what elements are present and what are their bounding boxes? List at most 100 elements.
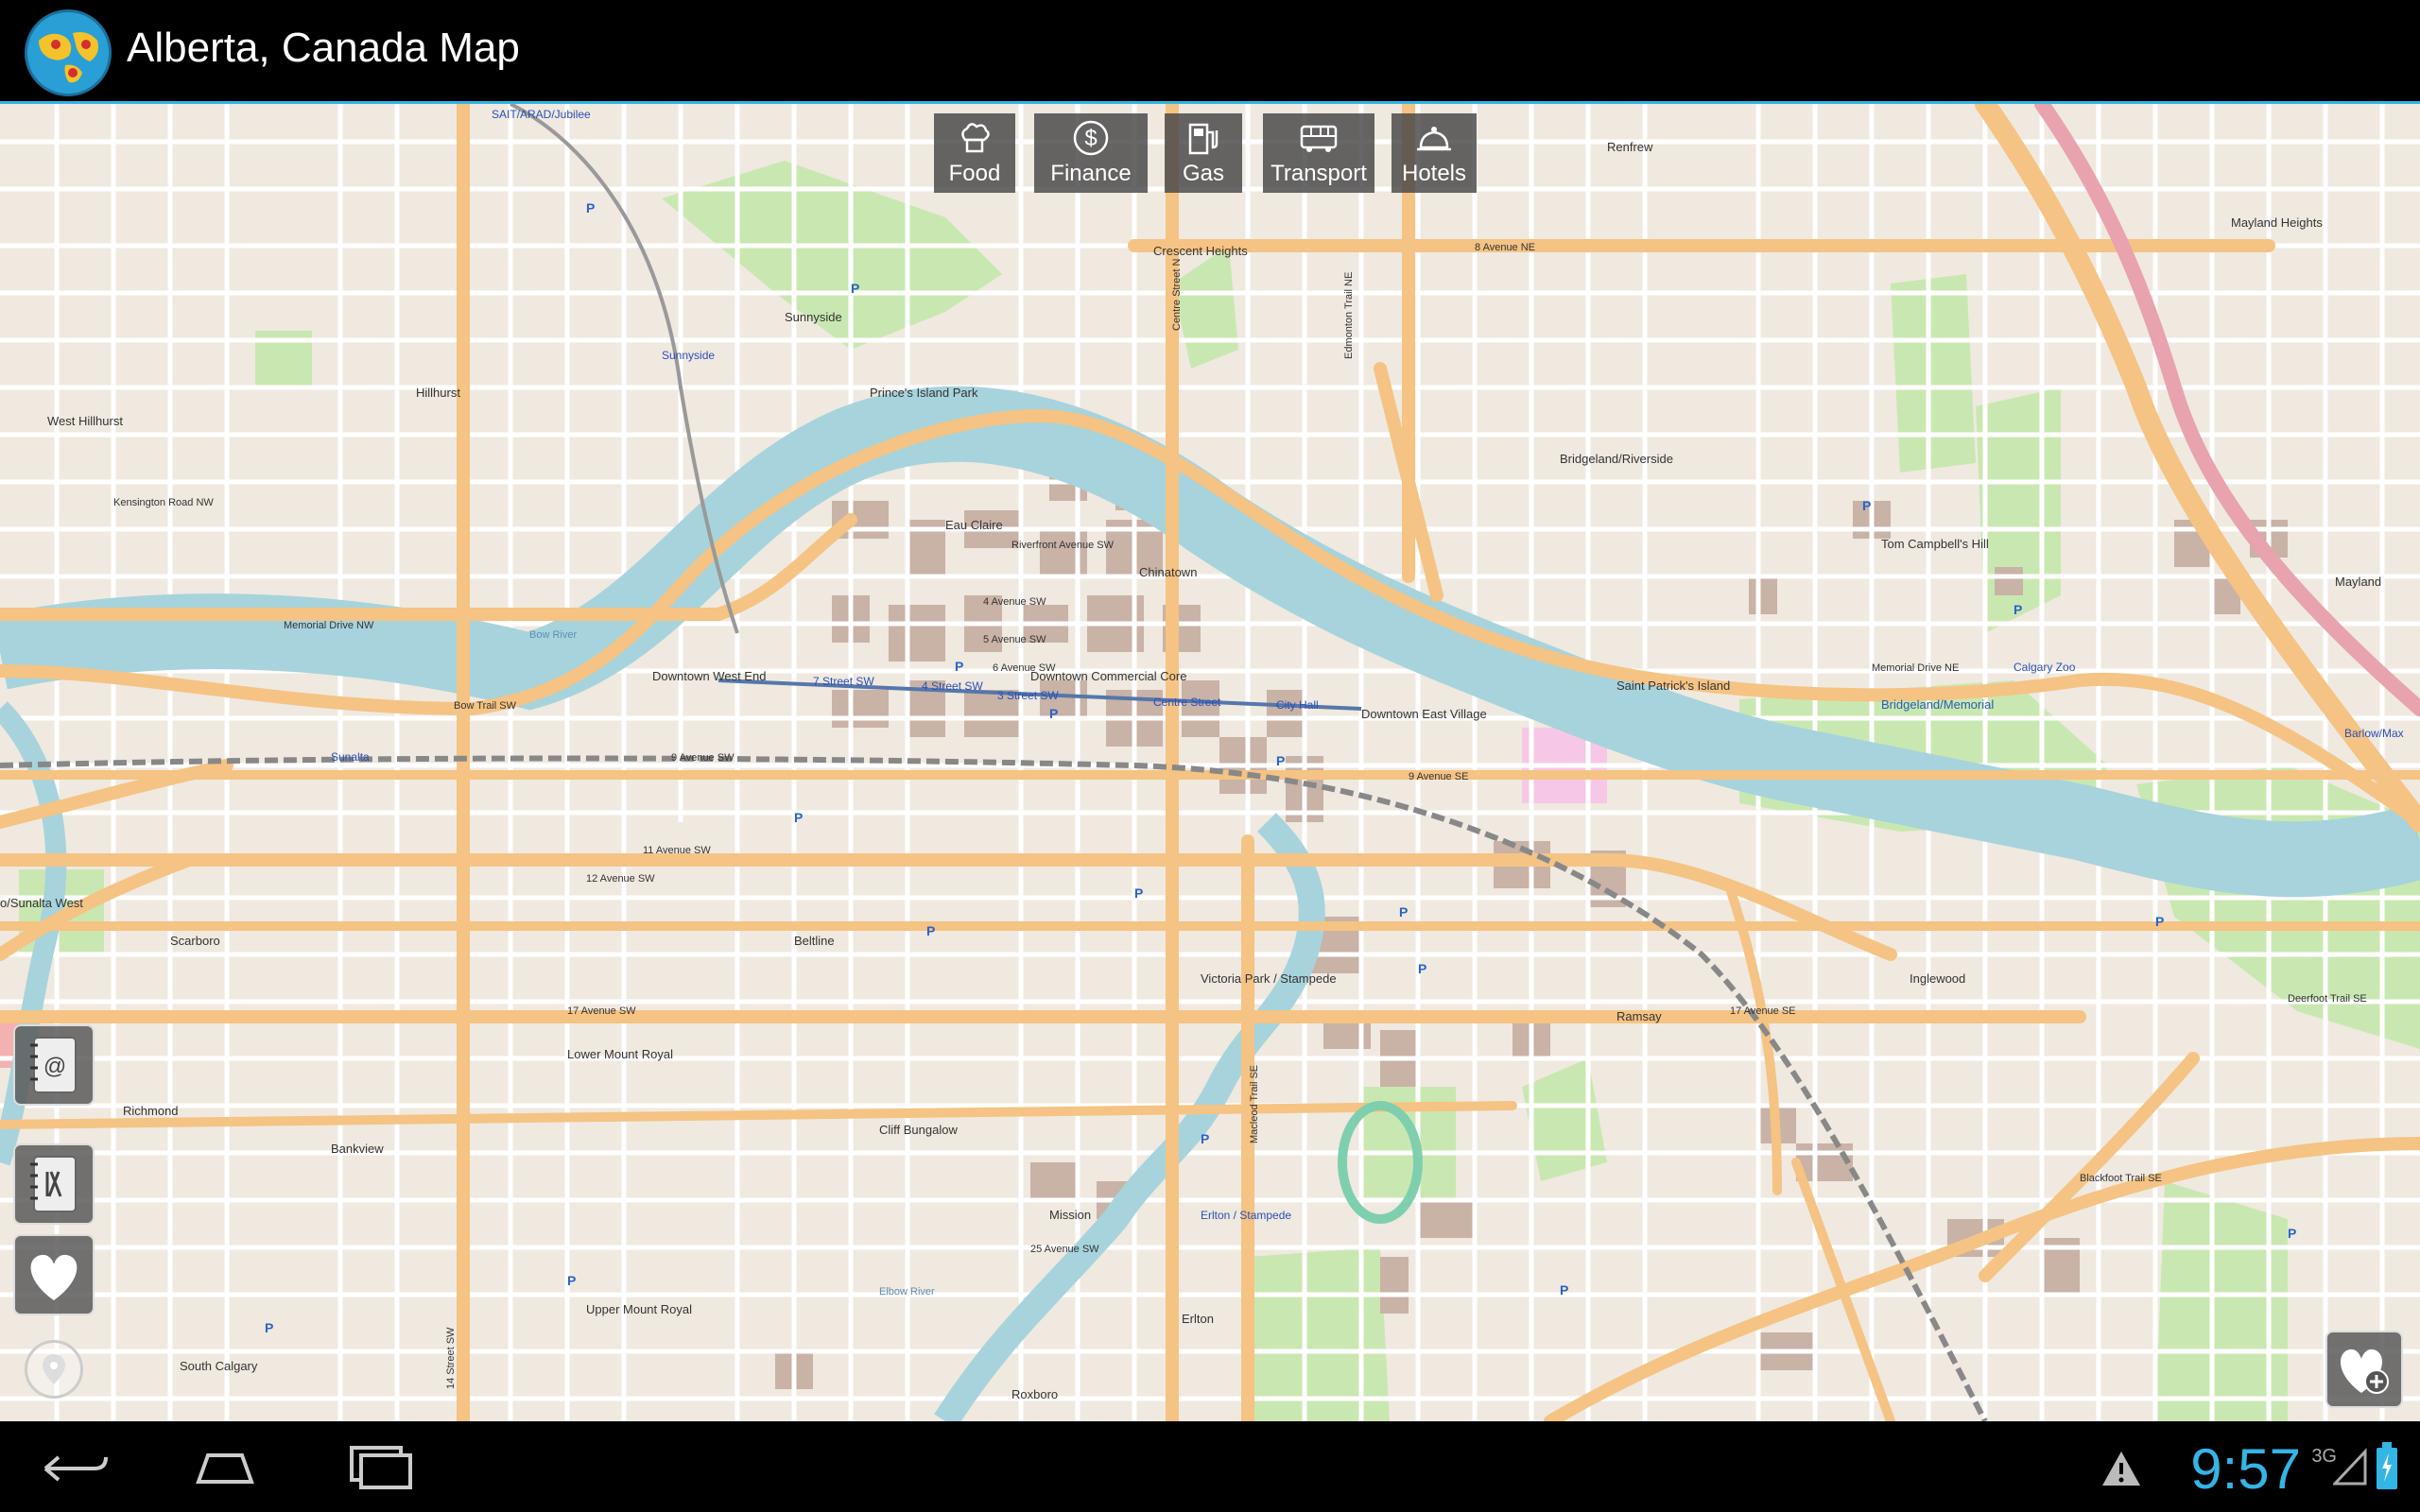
svg-text:17 Avenue SW: 17 Avenue SW	[567, 1005, 636, 1017]
svg-text:P: P	[567, 1273, 576, 1288]
svg-text:City Hall: City Hall	[1276, 698, 1319, 712]
svg-text:Sunnyside: Sunnyside	[662, 349, 715, 362]
add-favorite-button[interactable]	[2325, 1331, 2403, 1408]
svg-text:Memorial Drive NE: Memorial Drive NE	[1872, 662, 1959, 674]
svg-text:P: P	[1862, 498, 1871, 513]
favorites-button[interactable]	[13, 1234, 95, 1315]
svg-text:Macleod Trail SE: Macleod Trail SE	[1249, 1065, 1260, 1143]
svg-text:Victoria Park / Stampede: Victoria Park / Stampede	[1201, 971, 1337, 986]
svg-text:Richmond: Richmond	[123, 1104, 179, 1118]
svg-text:4 Avenue SW: 4 Avenue SW	[983, 596, 1046, 608]
svg-text:P: P	[265, 1320, 273, 1335]
svg-text:P: P	[1399, 904, 1408, 919]
svg-text:Scarboro: Scarboro	[170, 934, 220, 948]
category-transport-button[interactable]: Transport	[1263, 113, 1374, 193]
svg-text:SAIT/ARAD/Jubilee: SAIT/ARAD/Jubilee	[492, 108, 591, 121]
svg-text:Inglewood: Inglewood	[1910, 971, 1965, 986]
svg-text:Beltline: Beltline	[794, 934, 835, 948]
svg-text:Riverfront Avenue SW: Riverfront Avenue SW	[1011, 540, 1115, 551]
svg-text:Centre Street: Centre Street	[1153, 696, 1221, 709]
svg-text:Hillhurst: Hillhurst	[416, 386, 460, 400]
svg-text:12 Avenue SW: 12 Avenue SW	[586, 873, 655, 885]
svg-text:Chinatown: Chinatown	[1139, 565, 1197, 579]
svg-text:@: @	[43, 1054, 66, 1079]
map-canvas[interactable]: Sunnyside Hillhurst West Hillhurst Cresc…	[0, 104, 2420, 1421]
svg-text:Mayland Heights: Mayland Heights	[2231, 215, 2323, 230]
svg-text:P: P	[1201, 1131, 1209, 1146]
locate-me-button[interactable]	[25, 1340, 83, 1399]
svg-text:7 Street SW: 7 Street SW	[813, 675, 874, 688]
svg-text:Erlton: Erlton	[1182, 1312, 1214, 1326]
svg-text:Downtown East Village: Downtown East Village	[1361, 707, 1487, 721]
gas-pump-icon	[1188, 123, 1219, 155]
svg-text:Bow Trail SW: Bow Trail SW	[454, 700, 517, 712]
back-icon[interactable]	[38, 1444, 113, 1491]
svg-text:9 Avenue SW: 9 Avenue SW	[671, 752, 735, 764]
svg-text:P: P	[955, 659, 963, 674]
svg-text:9 Avenue SE: 9 Avenue SE	[1409, 771, 1468, 782]
svg-text:Bow River: Bow River	[529, 629, 577, 641]
svg-text:o/Sunalta West: o/Sunalta West	[0, 896, 83, 910]
svg-text:Bridgeland/Riverside: Bridgeland/Riverside	[1560, 452, 1673, 466]
restaurants-button[interactable]	[13, 1143, 95, 1225]
heart-plus-icon	[2341, 1349, 2389, 1394]
system-nav-bar: 9:57 3G	[0, 1421, 2420, 1512]
svg-text:6 Avenue SW: 6 Avenue SW	[993, 662, 1056, 674]
action-bar: Alberta, Canada Map	[0, 0, 2420, 104]
battery-icon	[2377, 1442, 2397, 1489]
svg-text:Elbow River: Elbow River	[879, 1286, 935, 1297]
heart-icon	[30, 1254, 78, 1300]
svg-text:P: P	[2288, 1226, 2296, 1241]
svg-text:P: P	[586, 200, 595, 215]
svg-text:Kensington Road NW: Kensington Road NW	[113, 497, 214, 508]
svg-text:Crescent Heights: Crescent Heights	[1153, 244, 1248, 258]
app-title: Alberta, Canada Map	[127, 25, 520, 71]
home-icon[interactable]	[187, 1446, 263, 1489]
svg-text:P: P	[1276, 753, 1285, 768]
svg-text:Bridgeland/Memorial: Bridgeland/Memorial	[1881, 697, 1994, 712]
svg-text:South Calgary: South Calgary	[180, 1359, 258, 1373]
svg-text:$: $	[1084, 126, 1097, 151]
svg-text:Calgary Zoo: Calgary Zoo	[2014, 661, 2076, 674]
svg-text:8 Avenue NE: 8 Avenue NE	[1475, 242, 1535, 253]
svg-text:Mission: Mission	[1049, 1208, 1091, 1222]
app-logo-icon[interactable]	[25, 9, 112, 96]
svg-text:17 Avenue SE: 17 Avenue SE	[1730, 1005, 1796, 1017]
chef-hat-icon	[961, 123, 990, 153]
svg-text:P: P	[794, 810, 803, 825]
signal-icon	[2333, 1448, 2367, 1486]
svg-text:Downtown West End: Downtown West End	[652, 669, 766, 683]
svg-text:Lower Mount Royal: Lower Mount Royal	[567, 1047, 673, 1061]
category-gas-button[interactable]: Gas	[1165, 113, 1242, 193]
svg-text:Renfrew: Renfrew	[1607, 140, 1653, 154]
svg-text:P: P	[1134, 885, 1143, 901]
svg-text:P: P	[2014, 602, 2022, 617]
svg-text:Bankview: Bankview	[331, 1142, 384, 1156]
svg-text:P: P	[1418, 961, 1426, 976]
svg-text:P: P	[2155, 914, 2164, 929]
svg-text:Saint Patrick's Island: Saint Patrick's Island	[1616, 679, 1730, 693]
bus-icon	[1300, 125, 1338, 152]
contacts-button[interactable]: @	[13, 1024, 95, 1106]
category-food-button[interactable]: Food	[934, 113, 1015, 193]
category-finance-button[interactable]: $ Finance	[1034, 113, 1148, 193]
map-view[interactable]: Sunnyside Hillhurst West Hillhurst Cresc…	[0, 104, 2420, 1421]
svg-text:14 Street SW: 14 Street SW	[445, 1327, 457, 1389]
svg-text:P: P	[926, 923, 935, 938]
contacts-book-icon: @	[30, 1037, 77, 1093]
category-hotels-button[interactable]: Hotels	[1392, 113, 1477, 193]
svg-text:3 Street SW: 3 Street SW	[997, 689, 1059, 702]
clock[interactable]: 9:57	[2190, 1436, 2301, 1502]
svg-text:5 Avenue SW: 5 Avenue SW	[983, 634, 1046, 645]
svg-text:Edmonton Trail NE: Edmonton Trail NE	[1343, 272, 1355, 359]
svg-text:Cliff Bungalow: Cliff Bungalow	[879, 1123, 958, 1137]
dollar-icon: $	[1073, 120, 1109, 156]
svg-text:Sunalta: Sunalta	[331, 750, 370, 764]
svg-text:West Hillhurst: West Hillhurst	[47, 414, 123, 428]
warning-icon[interactable]	[2099, 1448, 2144, 1489]
svg-text:25 Avenue SW: 25 Avenue SW	[1030, 1244, 1099, 1255]
recent-apps-icon[interactable]	[342, 1442, 418, 1491]
svg-text:Roxboro: Roxboro	[1011, 1387, 1058, 1401]
svg-text:Barlow/Max: Barlow/Max	[2344, 727, 2404, 740]
svg-text:Deerfoot Trail SE: Deerfoot Trail SE	[2288, 993, 2367, 1005]
